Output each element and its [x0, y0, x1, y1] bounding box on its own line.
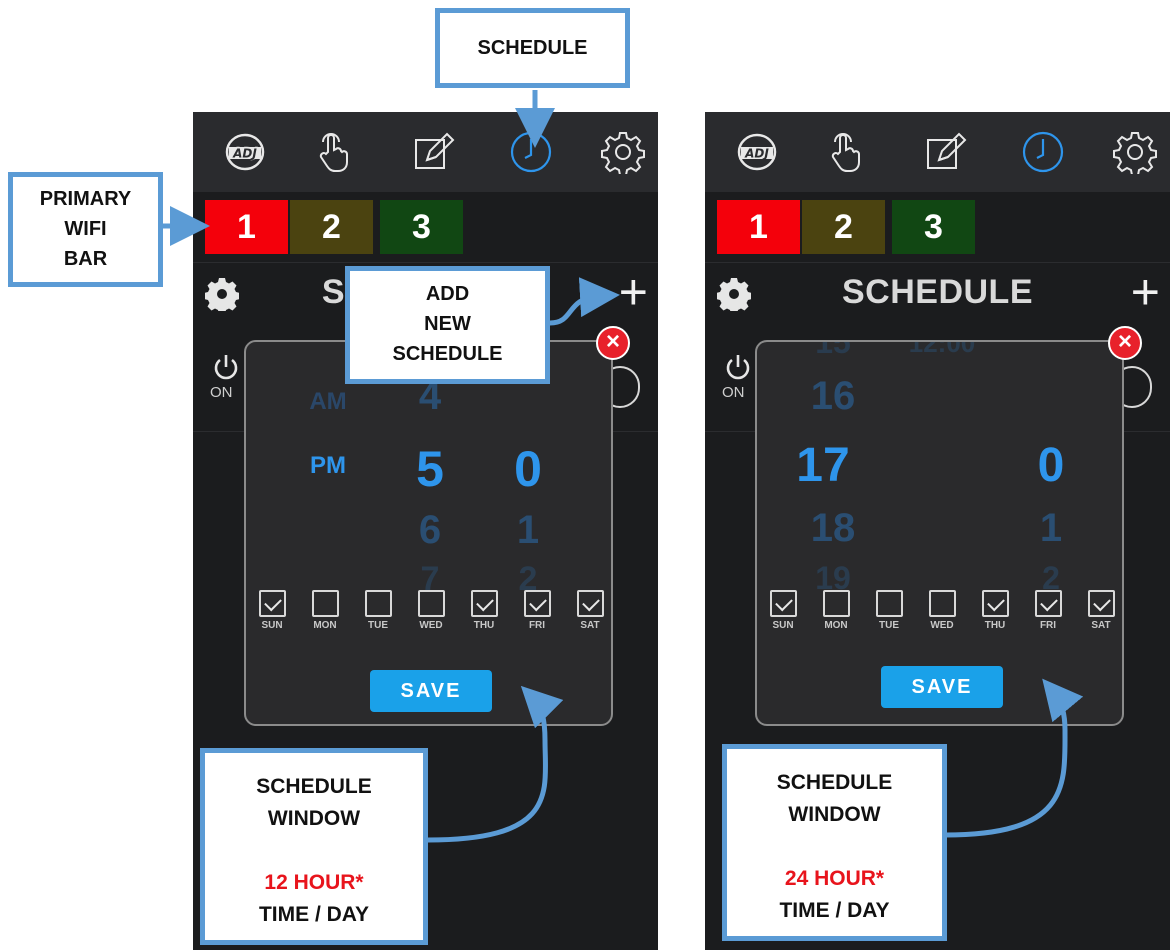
day-mon[interactable]: MON — [818, 590, 854, 631]
day-checkbox[interactable] — [311, 590, 339, 617]
wifi-button-3[interactable]: 3 — [892, 200, 975, 254]
adj-logo-icon[interactable]: ADJ — [735, 130, 779, 174]
schedule-window-12-hour-callout: SCHEDULE WINDOW 12 HOUR* TIME / DAY — [200, 748, 428, 945]
day-sat[interactable]: SAT — [1083, 590, 1119, 631]
day-checkbox[interactable] — [928, 590, 956, 617]
day-fri[interactable]: FRI — [1030, 590, 1066, 631]
close-window-button[interactable]: × — [1108, 326, 1142, 360]
wifi-button-1[interactable]: 1 — [205, 200, 288, 254]
minute-below[interactable]: 1 — [498, 508, 558, 553]
schedule-title: SCHEDULE — [841, 273, 1034, 311]
wifi-button-1[interactable]: 1 — [717, 200, 800, 254]
wifi-button-3[interactable]: 3 — [380, 200, 463, 254]
touch-hand-icon[interactable] — [823, 130, 867, 174]
add-schedule-button[interactable]: + — [1131, 267, 1160, 317]
day-checkbox[interactable] — [769, 590, 797, 617]
day-sat[interactable]: SAT — [572, 590, 608, 631]
day-checkbox[interactable] — [470, 590, 498, 617]
hour-above-2[interactable]: 15 — [793, 342, 873, 361]
day-sun[interactable]: SUN — [254, 590, 290, 631]
clock-icon[interactable] — [1021, 130, 1065, 174]
day-checkbox[interactable] — [258, 590, 286, 617]
day-checkbox[interactable] — [875, 590, 903, 617]
day-thu[interactable]: THU — [466, 590, 502, 631]
power-icon[interactable] — [211, 352, 241, 382]
schedule-window: AM PM 4 5 6 7 0 1 2 SUN MON TUE WED THU … — [244, 340, 613, 726]
schedule-header: SCHEDULE + — [705, 262, 1170, 322]
day-thu[interactable]: THU — [977, 590, 1013, 631]
ampm-selected[interactable]: PM — [298, 452, 358, 480]
minute-selected[interactable]: 0 — [498, 440, 558, 498]
day-mon[interactable]: MON — [307, 590, 343, 631]
gear-icon[interactable] — [1113, 130, 1157, 174]
schedule-callout: SCHEDULE — [435, 8, 630, 88]
save-button[interactable]: SAVE — [370, 670, 492, 712]
gear-icon[interactable] — [601, 130, 645, 174]
minute-above-2[interactable]: 12:00 — [887, 342, 997, 359]
edit-icon[interactable] — [923, 130, 967, 174]
day-tue[interactable]: TUE — [871, 590, 907, 631]
top-navigation-bar: ADJ — [705, 112, 1170, 192]
day-checkbox[interactable] — [364, 590, 392, 617]
day-checkbox[interactable] — [1034, 590, 1062, 617]
wifi-button-2[interactable]: 2 — [290, 200, 373, 254]
add-new-schedule-callout: ADD NEW SCHEDULE — [345, 266, 550, 384]
svg-text:ADJ: ADJ — [744, 147, 769, 161]
hour-below[interactable]: 18 — [793, 506, 873, 551]
day-selector: SUN MON TUE WED THU FRI SAT — [246, 590, 611, 640]
primary-wifi-bar-callout: PRIMARY WIFI BAR — [8, 172, 163, 287]
hour-selected[interactable]: 5 — [400, 440, 460, 498]
hour-selected[interactable]: 17 — [783, 438, 863, 493]
hour-below[interactable]: 6 — [400, 508, 460, 553]
day-fri[interactable]: FRI — [519, 590, 555, 631]
minute-selected[interactable]: 0 — [1021, 438, 1081, 493]
on-label: ON — [210, 384, 233, 401]
touch-hand-icon[interactable] — [311, 130, 355, 174]
day-checkbox[interactable] — [981, 590, 1009, 617]
day-selector: SUN MON TUE WED THU FRI SAT — [757, 590, 1122, 640]
power-icon[interactable] — [723, 352, 753, 382]
svg-text:ADJ: ADJ — [232, 147, 257, 161]
hour-above[interactable]: 16 — [793, 374, 873, 419]
add-schedule-button[interactable]: + — [619, 267, 648, 317]
ampm-above[interactable]: AM — [298, 388, 358, 416]
wifi-button-2[interactable]: 2 — [802, 200, 885, 254]
clock-icon[interactable] — [509, 130, 553, 174]
day-checkbox[interactable] — [576, 590, 604, 617]
day-tue[interactable]: TUE — [360, 590, 396, 631]
edit-icon[interactable] — [411, 130, 455, 174]
schedule-window-24-hour-callout: SCHEDULE WINDOW 24 HOUR* TIME / DAY — [722, 744, 947, 941]
day-wed[interactable]: WED — [924, 590, 960, 631]
close-window-button[interactable]: × — [596, 326, 630, 360]
save-button[interactable]: SAVE — [881, 666, 1003, 708]
day-wed[interactable]: WED — [413, 590, 449, 631]
day-checkbox[interactable] — [822, 590, 850, 617]
day-checkbox[interactable] — [1087, 590, 1115, 617]
on-label: ON — [722, 384, 745, 401]
day-sun[interactable]: SUN — [765, 590, 801, 631]
day-checkbox[interactable] — [523, 590, 551, 617]
minute-below[interactable]: 1 — [1021, 506, 1081, 551]
day-checkbox[interactable] — [417, 590, 445, 617]
top-navigation-bar: ADJADJ — [193, 112, 658, 192]
adj-logo-icon[interactable]: ADJADJ — [223, 130, 267, 174]
schedule-window: 15 12:00 16 17 18 19 0 1 2 SUN MON TUE W… — [755, 340, 1124, 726]
